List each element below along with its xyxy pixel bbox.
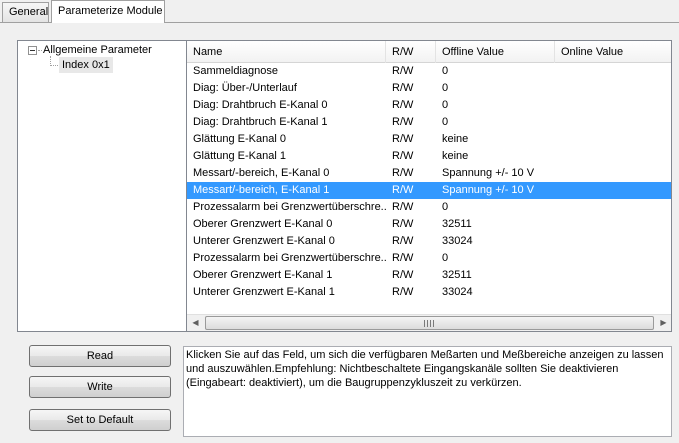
tree-item-allgemeine-parameter[interactable]: Allgemeine Parameter [43, 42, 152, 58]
cell-name: Oberer Grenzwert E-Kanal 0 [193, 218, 333, 230]
cell-name: Prozessalarm bei Grenzwertüberschre... [193, 252, 386, 264]
cell-offline-value[interactable]: Spannung +/- 10 V [436, 182, 555, 199]
parameter-container: Allgemeine Parameter Index 0x1 Name R/W … [17, 40, 672, 332]
cell-online-value [555, 148, 671, 165]
column-header-offline-value[interactable]: Offline Value [436, 41, 555, 63]
cell-rw: R/W [392, 65, 414, 77]
cell-offline-value[interactable]: keine [436, 131, 555, 148]
tab-general[interactable]: General [2, 2, 49, 22]
cell-name: Unterer Grenzwert E-Kanal 0 [193, 235, 335, 247]
cell-offline-value[interactable]: 0 [436, 97, 555, 114]
cell-online-value [555, 267, 671, 284]
cell-online-value [555, 182, 671, 199]
cell-online-value [555, 199, 671, 216]
table-row[interactable]: Diag: Über-/Unterlauf R/W 0 [187, 80, 671, 97]
cell-name: Messart/-bereich, E-Kanal 0 [193, 167, 330, 179]
collapse-icon[interactable] [28, 46, 37, 55]
cell-offline-value[interactable]: 0 [436, 199, 555, 216]
cell-rw: R/W [392, 133, 414, 145]
cell-offline-value[interactable]: 0 [436, 63, 555, 80]
cell-online-value [555, 216, 671, 233]
grip-icon [424, 320, 436, 327]
cell-offline-value[interactable]: 33024 [436, 284, 555, 301]
scroll-right-icon[interactable]: ▶ [655, 315, 671, 331]
cell-name: Messart/-bereich, E-Kanal 1 [193, 184, 330, 196]
cell-offline-value[interactable]: 32511 [436, 267, 555, 284]
cell-rw: R/W [392, 269, 414, 281]
cell-name: Unterer Grenzwert E-Kanal 1 [193, 286, 335, 298]
cell-online-value [555, 97, 671, 114]
cell-name: Prozessalarm bei Grenzwertüberschre... [193, 201, 386, 213]
grid-header: Name R/W Offline Value Online Value [187, 41, 671, 63]
tab-parameterize-module[interactable]: Parameterize Module [51, 0, 165, 23]
cell-name: Oberer Grenzwert E-Kanal 1 [193, 269, 333, 281]
set-to-default-button[interactable]: Set to Default [29, 409, 171, 431]
cell-online-value [555, 114, 671, 131]
cell-rw: R/W [392, 99, 414, 111]
table-row[interactable]: Messart/-bereich, E-Kanal 1 R/W Spannung +… [187, 182, 671, 199]
cell-rw: R/W [392, 82, 414, 94]
parameter-tree: Allgemeine Parameter Index 0x1 [18, 41, 185, 331]
parameter-grid: Name R/W Offline Value Online Value Samm… [186, 41, 671, 331]
table-row[interactable]: Messart/-bereich, E-Kanal 0 R/W Spannung +… [187, 165, 671, 182]
cell-offline-value[interactable]: keine [436, 148, 555, 165]
tree-item-index-0x1[interactable]: Index 0x1 [59, 57, 113, 73]
table-row[interactable]: Oberer Grenzwert E-Kanal 0 R/W 32511 [187, 216, 671, 233]
cell-rw: R/W [392, 235, 414, 247]
tree-connector [38, 50, 42, 51]
cell-offline-value[interactable]: Spannung +/- 10 V [436, 165, 555, 182]
scrollbar-thumb[interactable] [205, 316, 654, 330]
table-row[interactable]: Sammeldiagnose R/W 0 [187, 63, 671, 80]
cell-offline-value[interactable]: 32511 [436, 216, 555, 233]
table-row[interactable]: Glättung E-Kanal 1 R/W keine [187, 148, 671, 165]
cell-online-value [555, 131, 671, 148]
table-row[interactable]: Prozessalarm bei Grenzwertüberschre... R/… [187, 199, 671, 216]
column-header-online-value[interactable]: Online Value [555, 41, 671, 63]
cell-offline-value[interactable]: 33024 [436, 233, 555, 250]
parameter-description: Klicken Sie auf das Feld, um sich die ve… [183, 346, 672, 437]
read-button[interactable]: Read [29, 345, 171, 367]
cell-rw: R/W [392, 150, 414, 162]
column-header-rw[interactable]: R/W [386, 41, 436, 63]
cell-online-value [555, 80, 671, 97]
scroll-left-icon[interactable]: ◀ [187, 315, 204, 331]
horizontal-scrollbar[interactable]: ◀ ▶ [187, 314, 671, 331]
cell-name: Glättung E-Kanal 1 [193, 150, 286, 162]
cell-rw: R/W [392, 286, 414, 298]
cell-rw: R/W [392, 116, 414, 128]
table-row[interactable]: Oberer Grenzwert E-Kanal 1 R/W 32511 [187, 267, 671, 284]
write-button[interactable]: Write [29, 376, 171, 398]
cell-name: Sammeldiagnose [193, 65, 278, 77]
tab-bar: General Parameterize Module [0, 0, 679, 23]
cell-online-value [555, 284, 671, 301]
cell-rw: R/W [392, 167, 414, 179]
cell-offline-value[interactable]: 0 [436, 80, 555, 97]
cell-online-value [555, 250, 671, 267]
cell-online-value [555, 233, 671, 250]
cell-rw: R/W [392, 218, 414, 230]
table-row[interactable]: Unterer Grenzwert E-Kanal 0 R/W 33024 [187, 233, 671, 250]
column-header-name[interactable]: Name [187, 41, 386, 63]
cell-rw: R/W [392, 184, 414, 196]
cell-rw: R/W [392, 201, 414, 213]
grid-rows: Sammeldiagnose R/W 0 Diag: Über-/Unterlauf R… [187, 63, 671, 301]
table-row[interactable]: Unterer Grenzwert E-Kanal 1 R/W 33024 [187, 284, 671, 301]
cell-name: Diag: Drahtbruch E-Kanal 0 [193, 99, 328, 111]
tree-connector [50, 65, 58, 66]
cell-online-value [555, 63, 671, 80]
table-row[interactable]: Glättung E-Kanal 0 R/W keine [187, 131, 671, 148]
table-row[interactable]: Diag: Drahtbruch E-Kanal 0 R/W 0 [187, 97, 671, 114]
cell-offline-value[interactable]: 0 [436, 250, 555, 267]
cell-name: Glättung E-Kanal 0 [193, 133, 286, 145]
cell-offline-value[interactable]: 0 [436, 114, 555, 131]
cell-name: Diag: Drahtbruch E-Kanal 1 [193, 116, 328, 128]
cell-online-value [555, 165, 671, 182]
cell-rw: R/W [392, 252, 414, 264]
cell-name: Diag: Über-/Unterlauf [193, 82, 297, 94]
table-row[interactable]: Diag: Drahtbruch E-Kanal 1 R/W 0 [187, 114, 671, 131]
table-row[interactable]: Prozessalarm bei Grenzwertüberschre... R/… [187, 250, 671, 267]
